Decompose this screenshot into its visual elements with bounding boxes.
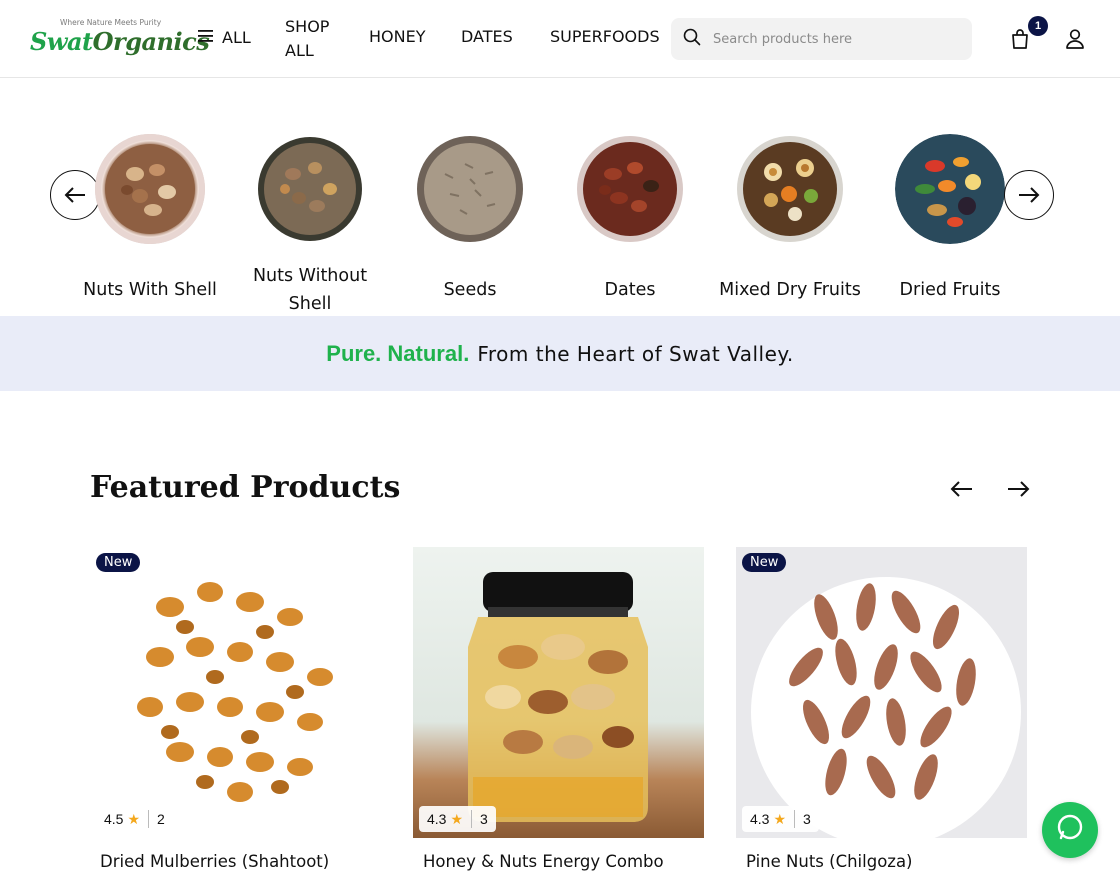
category-label: Nuts Without Shell xyxy=(252,266,368,314)
hamburger-icon xyxy=(198,28,214,47)
nuts-with-shell-image xyxy=(95,134,205,244)
whatsapp-chat-button[interactable] xyxy=(1042,802,1098,858)
product-name[interactable]: Pine Nuts (Chilgoza) xyxy=(736,852,1027,871)
whatsapp-icon xyxy=(1055,813,1085,848)
category-label: Seeds xyxy=(443,280,497,300)
product-name[interactable]: Dried Mulberries (Shahtoot) xyxy=(90,852,381,871)
tagline-banner: Pure. Natural. From the Heart of Swat Va… xyxy=(0,316,1120,391)
rating-pill: 4.3 ★ 3 xyxy=(419,806,496,832)
nav-dates[interactable]: DATES xyxy=(461,27,513,46)
banner-text: From the Heart of Swat Valley. xyxy=(477,341,794,366)
mixed-dry-fruits-image xyxy=(735,134,845,244)
seeds-image xyxy=(415,134,525,244)
category-seeds[interactable]: Seeds xyxy=(390,134,550,320)
category-label: Dates xyxy=(604,280,656,300)
logo[interactable]: Where Nature Meets Purity SwatOrganics xyxy=(30,18,210,60)
nav-superfoods[interactable]: SUPERFOODS xyxy=(550,27,660,46)
product-name[interactable]: Honey & Nuts Energy Combo xyxy=(413,852,704,871)
search-input[interactable] xyxy=(713,31,953,47)
dried-fruits-image xyxy=(895,134,1005,244)
featured-products-title: Featured Products xyxy=(90,470,401,505)
product-card[interactable]: 4.3 ★ 3 Honey & Nuts Energy Combo xyxy=(413,547,704,871)
logo-tagline: Where Nature Meets Purity xyxy=(60,18,162,27)
nav-all-menu[interactable]: ALL xyxy=(198,28,251,47)
cart-count-badge: 1 xyxy=(1028,16,1048,36)
product-image-pine-nuts[interactable]: New 4.3 ★ 3 xyxy=(736,547,1027,838)
nuts-without-shell-image xyxy=(255,134,365,244)
star-icon: ★ xyxy=(450,810,464,827)
product-card[interactable]: New 4.3 ★ 3 Pine Nuts (Chilgoza) xyxy=(736,547,1027,871)
star-icon: ★ xyxy=(127,810,141,827)
dates-image xyxy=(575,134,685,244)
rating-value: 4.3 xyxy=(750,811,770,827)
rating-pill: 4.3 ★ 3 xyxy=(742,806,819,832)
search-bar xyxy=(671,18,972,60)
product-image-dried-mulberries[interactable]: New 4.5 ★ 2 xyxy=(90,547,381,838)
user-account-icon[interactable] xyxy=(1065,28,1087,50)
product-image-honey-nuts-combo[interactable]: 4.3 ★ 3 xyxy=(413,547,704,838)
divider xyxy=(148,810,150,828)
nav-shop-all[interactable]: SHOP ALL xyxy=(285,15,345,63)
category-label: Dried Fruits xyxy=(899,280,1001,300)
category-dates[interactable]: Dates xyxy=(550,134,710,320)
category-mixed-dry-fruits[interactable]: Mixed Dry Fruits xyxy=(710,134,870,320)
category-nuts-without-shell[interactable]: Nuts Without Shell xyxy=(230,134,390,320)
product-card[interactable]: New 4.5 ★ 2 Dried Mulberries (Shahtoot) xyxy=(90,547,381,871)
new-badge: New xyxy=(96,553,141,572)
featured-prev-arrow[interactable] xyxy=(949,476,975,502)
star-icon: ★ xyxy=(773,810,787,827)
category-nuts-with-shell[interactable]: Nuts With Shell xyxy=(70,134,230,320)
banner-highlight: Pure. Natural. xyxy=(326,340,470,366)
rating-value: 4.3 xyxy=(427,811,447,827)
category-label: Mixed Dry Fruits xyxy=(719,280,861,300)
review-count: 2 xyxy=(157,811,165,827)
site-header: Where Nature Meets Purity SwatOrganics A… xyxy=(0,0,1120,78)
search-icon[interactable] xyxy=(683,28,701,51)
rating-pill: 4.5 ★ 2 xyxy=(96,806,173,832)
logo-wordmark: SwatOrganics xyxy=(30,27,210,56)
divider xyxy=(794,810,796,828)
review-count: 3 xyxy=(803,811,811,827)
featured-next-arrow[interactable] xyxy=(1005,476,1031,502)
category-next-arrow[interactable] xyxy=(1004,170,1054,220)
category-label: Nuts With Shell xyxy=(83,280,217,300)
nav-honey[interactable]: HONEY xyxy=(369,27,425,46)
nav-all-label: ALL xyxy=(222,28,251,47)
rating-value: 4.5 xyxy=(104,811,124,827)
category-dried-fruits[interactable]: Dried Fruits xyxy=(870,134,1030,320)
new-badge: New xyxy=(742,553,787,572)
divider xyxy=(471,810,473,828)
review-count: 3 xyxy=(480,811,488,827)
